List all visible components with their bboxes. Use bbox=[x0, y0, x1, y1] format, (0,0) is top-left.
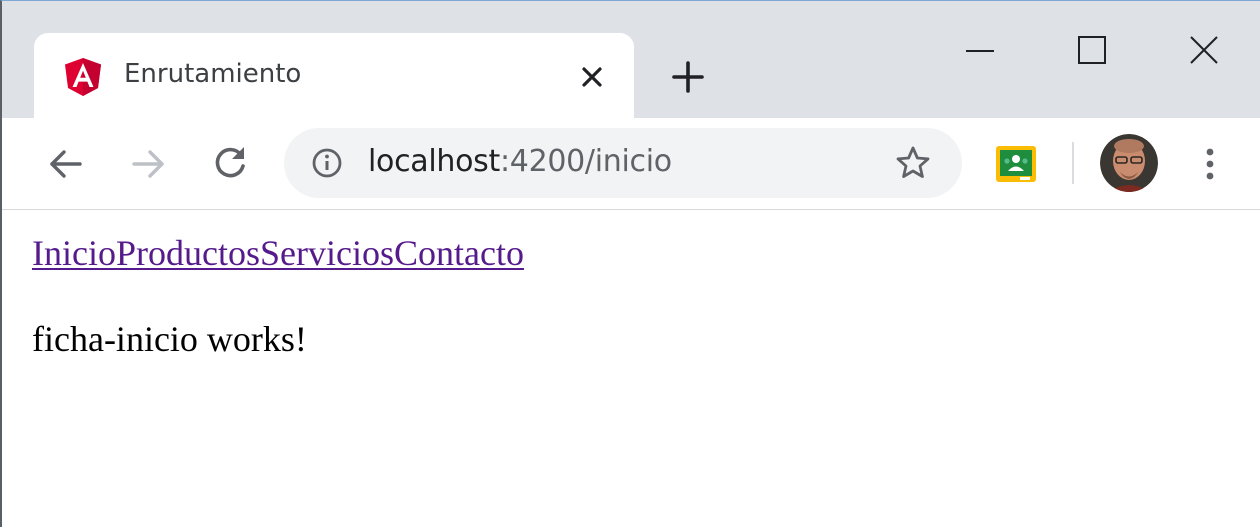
google-classroom-icon[interactable] bbox=[994, 144, 1038, 184]
maximize-icon[interactable] bbox=[1070, 29, 1114, 73]
nav-link-servicios[interactable]: Servicios bbox=[260, 233, 394, 273]
close-icon[interactable] bbox=[1182, 29, 1226, 73]
url-text[interactable]: localhost:4200/inicio bbox=[368, 144, 672, 179]
close-icon[interactable] bbox=[574, 59, 610, 95]
tab-active[interactable]: Enrutamiento bbox=[34, 33, 634, 118]
page-nav: InicioProductosServiciosContacto bbox=[32, 232, 524, 274]
reload-icon[interactable] bbox=[208, 142, 252, 186]
info-icon[interactable] bbox=[310, 146, 344, 180]
minimize-icon[interactable] bbox=[958, 29, 1002, 73]
nav-link-productos[interactable]: Productos bbox=[116, 233, 260, 273]
component-message: ficha-inicio works! bbox=[32, 319, 307, 359]
star-icon[interactable] bbox=[894, 144, 932, 182]
plus-icon[interactable] bbox=[666, 55, 710, 99]
page-content: InicioProductosServiciosContacto ficha-i… bbox=[2, 210, 1260, 527]
address-bar[interactable]: localhost:4200/inicio bbox=[284, 128, 962, 198]
toolbar-divider bbox=[1072, 142, 1074, 184]
url-host: localhost bbox=[368, 144, 500, 179]
avatar[interactable] bbox=[1100, 134, 1158, 192]
nav-link-inicio[interactable]: Inicio bbox=[32, 233, 116, 273]
kebab-menu-icon[interactable] bbox=[1192, 142, 1228, 186]
browser-window: Enrutamiento localhost:4200/inicio Inici… bbox=[0, 0, 1260, 527]
arrow-right-icon[interactable] bbox=[126, 142, 170, 186]
url-path: :4200/inicio bbox=[499, 144, 672, 179]
angular-icon bbox=[65, 58, 101, 96]
browser-toolbar: localhost:4200/inicio bbox=[2, 118, 1260, 210]
arrow-left-icon[interactable] bbox=[44, 142, 88, 186]
tab-title: Enrutamiento bbox=[124, 59, 302, 89]
tab-strip: Enrutamiento bbox=[2, 1, 1260, 118]
nav-link-contacto[interactable]: Contacto bbox=[394, 233, 524, 273]
